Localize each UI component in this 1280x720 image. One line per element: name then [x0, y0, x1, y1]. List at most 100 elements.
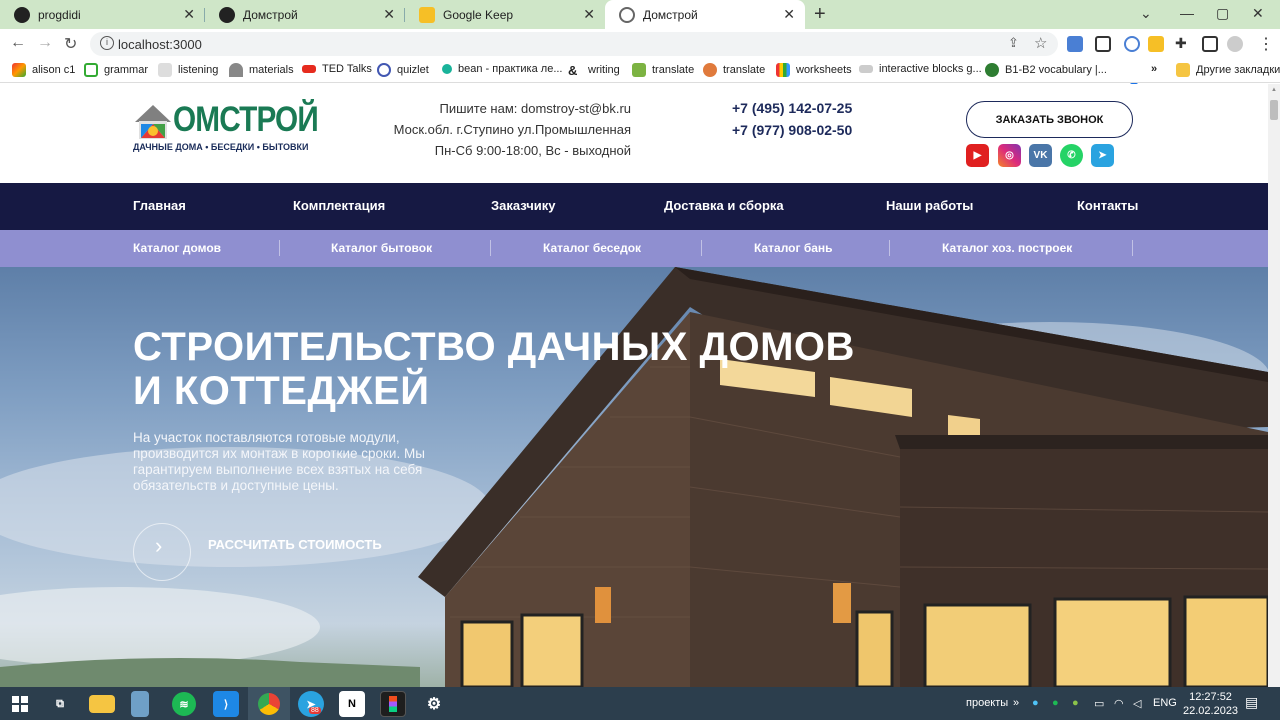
nav-customer[interactable]: Заказчику — [491, 198, 556, 213]
tab-domstroy-active[interactable]: Домстрой ✕ — [605, 0, 805, 29]
bookmark-item[interactable]: materials — [229, 63, 294, 77]
catalog-gazebos[interactable]: Каталог беседок — [543, 241, 641, 255]
bookmark-item[interactable]: translate — [703, 63, 765, 77]
back-icon[interactable]: ← — [10, 34, 26, 52]
tray-app2-icon[interactable]: ● — [1072, 697, 1079, 709]
nav-home[interactable]: Главная — [133, 198, 186, 213]
profile-avatar[interactable] — [1227, 36, 1243, 52]
bookmark-item[interactable]: worksheets — [776, 63, 852, 77]
scroll-up-arrow-icon[interactable]: ▲ — [1271, 87, 1277, 93]
omnibox[interactable]: i localhost:3000 ⇪ ☆ — [90, 32, 1058, 56]
notepad-icon[interactable] — [131, 691, 149, 717]
phone-2[interactable]: +7 (977) 908-02-50 — [732, 122, 852, 138]
nav-contacts[interactable]: Контакты — [1077, 198, 1138, 213]
wifi-icon[interactable]: ◠ — [1114, 697, 1124, 710]
site-info-icon[interactable]: i — [100, 36, 114, 50]
volume-icon[interactable]: ◁ — [1133, 697, 1141, 710]
bookmark-item[interactable]: grammar — [84, 63, 148, 77]
chevron-right-icon[interactable]: › — [155, 533, 162, 559]
tray-spotify-icon[interactable]: ● — [1052, 697, 1059, 709]
bookmark-item[interactable]: B1-B2 vocabulary |... — [985, 63, 1107, 77]
catalog-nav: Каталог домов Каталог бытовок Каталог бе… — [0, 230, 1268, 267]
bookmark-label: writing — [588, 64, 620, 76]
cast-icon[interactable] — [1095, 36, 1111, 52]
bookmark-item[interactable]: TED Talks — [302, 63, 372, 75]
bookmark-label: grammar — [104, 64, 149, 76]
chrome-taskbar-active[interactable] — [248, 687, 290, 720]
bookmark-item[interactable]: quizlet — [377, 63, 429, 77]
telegram-icon[interactable]: ➤ — [1091, 144, 1114, 167]
youtube-icon[interactable]: ▶ — [966, 144, 989, 167]
notion-icon[interactable]: N — [339, 691, 365, 717]
translate-icon — [632, 63, 646, 77]
notifications-icon[interactable]: ▤ — [1245, 694, 1258, 711]
reload-icon[interactable]: ↻ — [64, 34, 77, 54]
close-icon[interactable]: ✕ — [783, 6, 795, 23]
share-icon[interactable]: ⇪ — [1008, 35, 1019, 51]
maximize-icon[interactable]: ▢ — [1216, 5, 1229, 22]
address-bar-row: ← → ↻ i localhost:3000 ⇪ ☆ 0 ✚ ⋮ — [0, 29, 1280, 84]
nav-equipment[interactable]: Комплектация — [293, 198, 385, 213]
other-bookmarks-folder[interactable]: Другие закладки — [1176, 63, 1280, 77]
side-panel-icon[interactable] — [1202, 36, 1218, 52]
extensions-puzzle-icon[interactable]: ✚ — [1175, 35, 1187, 52]
vscode-icon[interactable]: ⟩ — [213, 691, 239, 717]
site-logo[interactable]: ОМСТРОЙ ДАЧНЫЕ ДОМА • БЕСЕДКИ • БЫТОВКИ — [133, 100, 319, 156]
url-text[interactable]: localhost:3000 — [118, 37, 202, 52]
tray-chevron-icon[interactable]: » — [1013, 697, 1019, 709]
bookmark-item[interactable]: interactive blocks g... — [859, 63, 982, 75]
callback-button[interactable]: ЗАКАЗАТЬ ЗВОНОК — [966, 101, 1133, 138]
forward-icon[interactable]: → — [37, 34, 53, 52]
figma-icon[interactable] — [380, 691, 406, 717]
minimize-icon[interactable]: — — [1180, 5, 1194, 21]
tab-domstroy-1[interactable]: Домстрой ✕ — [205, 0, 405, 29]
bookmarks-overflow-button[interactable]: » — [1151, 63, 1157, 75]
catalog-saunas[interactable]: Каталог бань — [754, 241, 833, 255]
close-icon[interactable]: ✕ — [383, 6, 395, 23]
input-language[interactable]: ENG — [1153, 697, 1177, 709]
alison-icon — [12, 63, 26, 77]
spotify-icon[interactable]: ≋ — [172, 692, 196, 716]
bookmark-star-icon[interactable]: ☆ — [1034, 34, 1047, 52]
tray-folder-label[interactable]: проекты — [966, 697, 1008, 709]
tab-title: Домстрой — [643, 7, 698, 22]
translate-extension-icon[interactable] — [1067, 36, 1083, 52]
page-scrollbar[interactable]: ▲ — [1268, 84, 1280, 687]
catalog-outbuildings[interactable]: Каталог хоз. построек — [942, 241, 1072, 255]
catalog-cabins[interactable]: Каталог бытовок — [331, 241, 432, 255]
bookmark-item[interactable]: & writing — [568, 63, 620, 78]
system-clock[interactable]: 12:27:52 22.02.2023 — [1183, 690, 1238, 718]
nav-our-works[interactable]: Наши работы — [886, 198, 973, 213]
tab-progdidi[interactable]: progdidi ✕ — [0, 0, 205, 29]
bookmark-item[interactable]: bean - практика ле... — [442, 63, 563, 75]
close-icon[interactable]: ✕ — [583, 6, 595, 23]
instagram-icon[interactable]: ◎ — [998, 144, 1021, 167]
nav-delivery[interactable]: Доставка и сборка — [664, 198, 784, 213]
windows-start-icon[interactable] — [7, 691, 33, 717]
window-close-icon[interactable]: ✕ — [1252, 5, 1264, 22]
bookmark-item[interactable]: translate — [632, 63, 694, 77]
keep-extension-icon[interactable] — [1148, 36, 1164, 52]
vk-icon[interactable]: VK — [1029, 144, 1052, 167]
bookmark-item[interactable]: listening — [158, 63, 218, 77]
battery-icon[interactable]: ▭ — [1094, 697, 1104, 710]
scroll-thumb[interactable] — [1270, 100, 1278, 120]
tab-google-keep[interactable]: Google Keep ✕ — [405, 0, 605, 29]
whatsapp-icon[interactable]: ✆ — [1060, 144, 1083, 167]
catalog-houses[interactable]: Каталог домов — [133, 241, 221, 255]
new-tab-button[interactable]: + — [814, 3, 826, 26]
extension-icon[interactable] — [1124, 36, 1140, 52]
settings-gear-icon[interactable]: ⚙ — [421, 691, 447, 717]
main-nav: Главная Комплектация Заказчику Доставка … — [0, 183, 1268, 230]
tray-app-icon[interactable]: ● — [1032, 697, 1039, 709]
logo-word: ОМСТРОЙ — [173, 100, 319, 139]
phone-1[interactable]: +7 (495) 142-07-25 — [732, 100, 852, 116]
bookmark-item[interactable]: alison c1 — [12, 63, 75, 77]
calculate-cost-button[interactable]: РАССЧИТАТЬ СТОИМОСТЬ — [208, 537, 382, 552]
file-explorer-icon[interactable] — [89, 695, 115, 713]
tab-search-icon[interactable]: ⌄ — [1140, 5, 1152, 22]
close-icon[interactable]: ✕ — [183, 6, 195, 23]
github-icon — [14, 6, 30, 23]
menu-dots-icon[interactable]: ⋮ — [1258, 34, 1274, 54]
task-view-icon[interactable]: ⧉ — [47, 691, 73, 717]
